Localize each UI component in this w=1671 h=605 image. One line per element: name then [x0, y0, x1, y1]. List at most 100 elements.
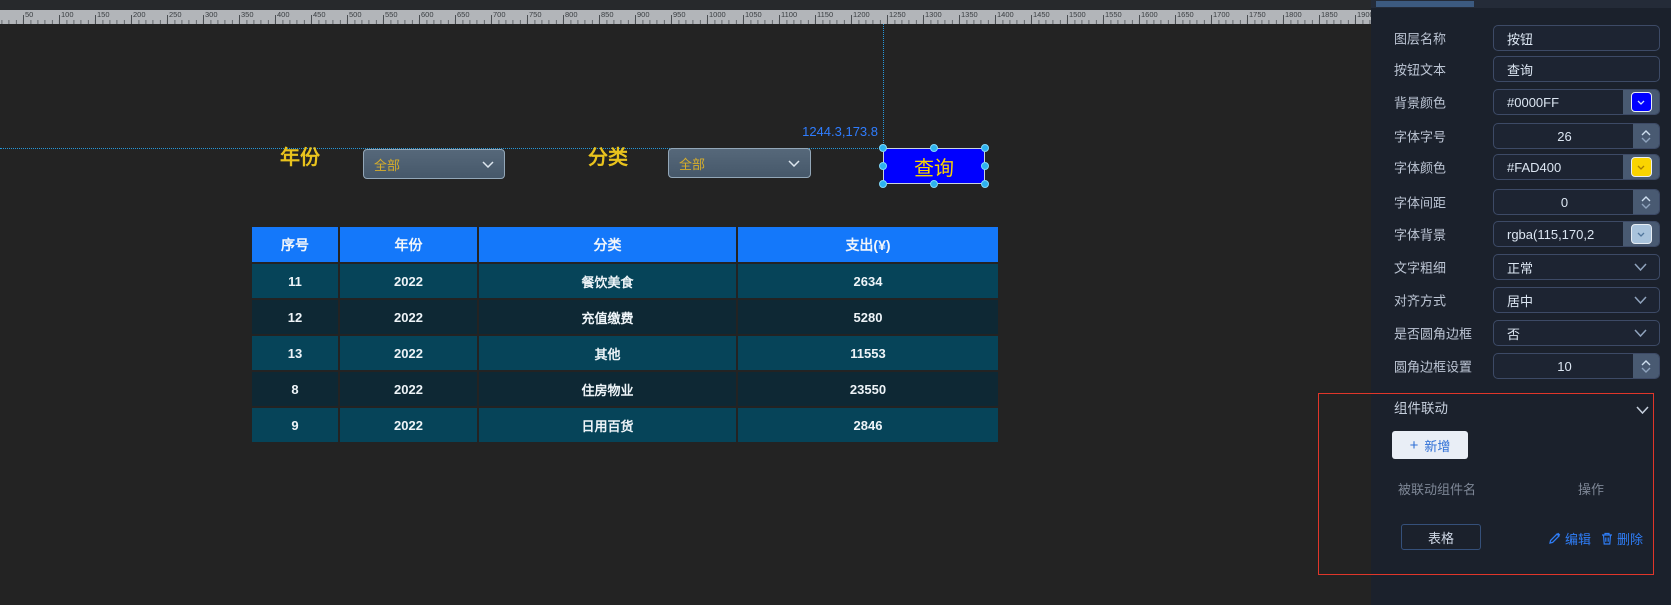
- ruler-label: 800: [565, 10, 578, 19]
- ruler-major-tick: [419, 15, 420, 24]
- selection-coordinates: 1244.3,173.8: [790, 124, 878, 139]
- chevron-down-icon: [788, 154, 800, 172]
- table-header-cell: 年份: [339, 227, 478, 263]
- border-radius-input[interactable]: 10: [1493, 353, 1660, 379]
- rounded-border-select[interactable]: 否: [1493, 320, 1660, 346]
- number-stepper[interactable]: [1633, 354, 1659, 378]
- query-button[interactable]: 查询: [883, 148, 985, 184]
- ruler-major-tick: [851, 15, 852, 24]
- table-row: 13 2022 其他 11553: [252, 335, 998, 371]
- ruler-major-tick: [779, 15, 780, 24]
- table-row: 12 2022 充值缴费 5280: [252, 299, 998, 335]
- chevron-down-icon: [1637, 232, 1645, 237]
- properties-panel: 图层名称 按钮 按钮文本 查询 背景颜色 #0000FF: [1371, 0, 1671, 605]
- selection-handle[interactable]: [981, 162, 989, 170]
- ruler-label: 450: [313, 10, 326, 19]
- font-size-input[interactable]: 26: [1493, 123, 1660, 149]
- ruler-major-tick: [671, 15, 672, 24]
- field-value: 正常: [1494, 258, 1533, 277]
- year-filter-dropdown[interactable]: 全部: [363, 149, 505, 179]
- number-stepper[interactable]: [1633, 124, 1659, 148]
- table-header-cell: 序号: [252, 227, 339, 263]
- chevron-down-icon: [1641, 137, 1651, 143]
- category-filter-dropdown[interactable]: 全部: [668, 148, 811, 178]
- selection-handle[interactable]: [879, 144, 887, 152]
- ruler-label: 1650: [1177, 10, 1194, 19]
- pencil-icon: [1548, 532, 1561, 545]
- ruler-major-tick: [1283, 15, 1284, 24]
- selection-handle[interactable]: [930, 180, 938, 188]
- edit-linkage-button[interactable]: 编辑: [1548, 529, 1591, 548]
- color-swatch: [1631, 224, 1652, 244]
- ruler-label: 950: [673, 10, 686, 19]
- ruler-major-tick: [23, 15, 24, 24]
- ruler-label: 750: [529, 10, 542, 19]
- selection-handle[interactable]: [930, 144, 938, 152]
- linkage-section-header[interactable]: 组件联动: [1371, 394, 1671, 418]
- color-picker-button[interactable]: [1623, 90, 1659, 114]
- ruler-label: 1100: [781, 10, 797, 19]
- align-select[interactable]: 居中: [1493, 287, 1660, 313]
- selection-handle[interactable]: [879, 162, 887, 170]
- button-text-input[interactable]: 查询: [1493, 56, 1660, 82]
- table-cell: 11: [252, 263, 339, 299]
- chevron-down-icon: [1634, 324, 1647, 342]
- panel-scrollbar-thumb[interactable]: [1376, 1, 1474, 7]
- color-picker-button[interactable]: [1623, 155, 1659, 179]
- table-cell: 9: [252, 407, 339, 443]
- font-color-input[interactable]: #FAD400: [1493, 154, 1660, 180]
- field-row-layer-name: 图层名称 按钮: [1371, 25, 1671, 51]
- bg-color-input[interactable]: #0000FF: [1493, 89, 1660, 115]
- table-cell: 2022: [339, 299, 478, 335]
- field-value: 0: [1494, 195, 1635, 210]
- linked-component-chip[interactable]: 表格: [1401, 524, 1481, 550]
- ruler-label: 500: [349, 10, 362, 19]
- ruler-label: 350: [241, 10, 254, 19]
- chevron-up-icon: [1641, 196, 1651, 202]
- table-header-cell: 支出(¥): [737, 227, 998, 263]
- ruler-major-tick: [707, 15, 708, 24]
- chevron-down-icon: [1641, 367, 1651, 373]
- add-linkage-button[interactable]: + 新增: [1392, 431, 1468, 459]
- font-bg-input[interactable]: rgba(115,170,2: [1493, 221, 1660, 247]
- field-label: 文字粗细: [1394, 258, 1446, 277]
- ruler-label: 850: [601, 10, 614, 19]
- table-cell: 12: [252, 299, 339, 335]
- ruler-major-tick: [527, 15, 528, 24]
- ruler-label: 1750: [1249, 10, 1266, 19]
- color-picker-button[interactable]: [1623, 222, 1659, 246]
- ruler-label: 1050: [745, 10, 762, 19]
- layer-name-input[interactable]: 按钮: [1493, 25, 1660, 51]
- ruler-label: 1700: [1213, 10, 1230, 19]
- ruler-label: 100: [61, 10, 74, 19]
- field-label: 对齐方式: [1394, 291, 1446, 310]
- designer-app: 5010015020025030035040045050055060065070…: [0, 0, 1671, 605]
- ruler-label: 1550: [1105, 10, 1122, 19]
- ruler-major-tick: [275, 15, 276, 24]
- ruler-major-tick: [491, 15, 492, 24]
- table-row: 9 2022 日用百货 2846: [252, 407, 998, 443]
- ruler-major-tick: [383, 15, 384, 24]
- field-value: 居中: [1494, 291, 1533, 310]
- query-button-label: 查询: [914, 152, 954, 181]
- selection-handle[interactable]: [981, 180, 989, 188]
- table-cell: 2846: [737, 407, 998, 443]
- chevron-down-icon: [482, 155, 494, 173]
- table-header-cell: 分类: [478, 227, 737, 263]
- selection-handle[interactable]: [879, 180, 887, 188]
- font-weight-select[interactable]: 正常: [1493, 254, 1660, 280]
- delete-linkage-button[interactable]: 删除: [1601, 529, 1643, 548]
- field-row-font-size: 字体字号 26: [1371, 123, 1671, 149]
- field-value: rgba(115,170,2: [1494, 227, 1594, 242]
- table-row: 8 2022 住房物业 23550: [252, 371, 998, 407]
- year-filter-label: 年份: [280, 141, 320, 170]
- table-cell: 充值缴费: [478, 299, 737, 335]
- ruler-label: 1900: [1357, 10, 1371, 19]
- category-filter-value: 全部: [679, 154, 705, 173]
- letter-spacing-input[interactable]: 0: [1493, 189, 1660, 215]
- chevron-down-icon[interactable]: [1636, 401, 1649, 419]
- field-label: 图层名称: [1394, 29, 1446, 48]
- number-stepper[interactable]: [1633, 190, 1659, 214]
- selection-handle[interactable]: [981, 144, 989, 152]
- field-label: 是否圆角边框: [1394, 324, 1472, 343]
